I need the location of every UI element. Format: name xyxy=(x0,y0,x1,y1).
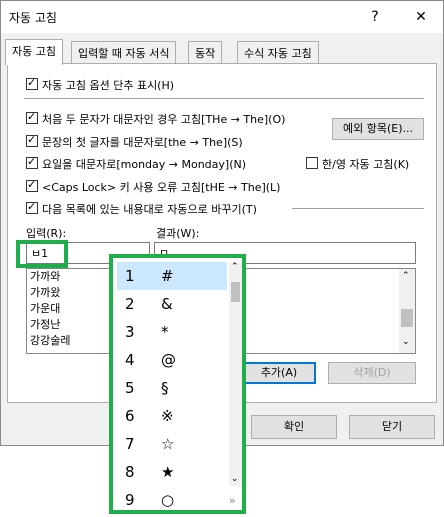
close-button[interactable]: 닫기 xyxy=(349,415,435,439)
candidate-item[interactable]: 2 & xyxy=(117,290,227,318)
tab-autocorrect[interactable]: 자동 고침 xyxy=(5,39,63,65)
hangul-eng-label: 한/영 자동 고침(K) xyxy=(322,158,410,171)
help-button[interactable]: ? xyxy=(363,5,387,29)
candidate-number: 4 xyxy=(125,351,135,369)
capitalize-first-checkbox[interactable] xyxy=(26,133,38,147)
candidate-symbol: ○ xyxy=(161,491,175,509)
candidate-item[interactable]: 9 ○ xyxy=(117,486,227,514)
exceptions-button[interactable]: 예외 항목(E)... xyxy=(332,118,424,140)
candidate-item[interactable]: 8 ★ xyxy=(117,458,227,486)
capitalize-days-label: 요일을 대문자로[monday → Monday](N) xyxy=(42,158,247,171)
symbol-candidate-popup: 1 # 2 & 3 * 4 @ 5 § 6 ※ 7 ☆ 8 ★ 9 ○ ⌃ ⌄ … xyxy=(109,254,246,514)
scrollbar-thumb[interactable] xyxy=(401,309,413,327)
input-highlight-box xyxy=(16,240,68,268)
candidate-symbol: ★ xyxy=(161,463,175,481)
candidate-symbol: @ xyxy=(161,351,176,369)
candidate-symbol: § xyxy=(161,379,169,397)
candidate-symbol: ☆ xyxy=(161,435,175,453)
chevron-down-icon[interactable]: ⌄ xyxy=(231,474,239,484)
candidate-symbol: * xyxy=(161,323,169,341)
capitalize-days-checkbox[interactable] xyxy=(26,155,38,169)
more-chevron-icon[interactable]: » xyxy=(229,494,236,507)
hangul-eng-checkbox[interactable] xyxy=(306,157,318,169)
candidate-number: 5 xyxy=(125,379,135,397)
candidate-item[interactable]: 3 * xyxy=(117,318,227,346)
candidate-number: 3 xyxy=(125,323,135,341)
candidate-item[interactable]: 5 § xyxy=(117,374,227,402)
close-icon[interactable]: ✕ xyxy=(409,5,433,29)
chevron-up-icon[interactable]: ⌃ xyxy=(402,271,410,281)
candidate-item[interactable]: 1 # xyxy=(117,262,227,290)
input-label: 입력(R): xyxy=(26,227,67,240)
window-title: 자동 고침 xyxy=(9,11,57,25)
separator xyxy=(292,208,424,209)
tab-autoformat-as-you-type[interactable]: 입력할 때 자동 서식 xyxy=(71,41,177,63)
candidate-number: 9 xyxy=(125,491,135,509)
separator xyxy=(24,98,424,99)
candidate-number: 1 xyxy=(125,267,135,285)
candidate-symbol: ※ xyxy=(161,407,174,425)
replace-text-checkbox[interactable] xyxy=(26,200,38,214)
show-buttons-label: 자동 고침 옵션 단추 표시(H) xyxy=(42,79,175,92)
title-bar: 자동 고침 ? ✕ xyxy=(1,1,443,33)
caps-lock-checkbox[interactable] xyxy=(26,178,38,192)
scrollbar-thumb[interactable] xyxy=(231,282,240,302)
candidate-number: 6 xyxy=(125,407,135,425)
ok-button[interactable]: 확인 xyxy=(251,415,337,439)
result-label: 결과(W): xyxy=(156,227,200,240)
candidate-item[interactable]: 4 @ xyxy=(117,346,227,374)
candidate-item[interactable]: 6 ※ xyxy=(117,402,227,430)
replace-text-label: 다음 목록에 있는 내용대로 자동으로 바꾸기(T) xyxy=(42,203,257,216)
candidate-number: 2 xyxy=(125,295,135,313)
two-initial-caps-label: 처음 두 문자가 대문자인 경우 고침[THe → The](O) xyxy=(42,113,286,126)
two-initial-caps-checkbox[interactable] xyxy=(26,110,38,124)
candidate-symbol: # xyxy=(161,267,174,285)
delete-button[interactable]: 삭제(D) xyxy=(328,362,416,384)
tab-math-autocorrect[interactable]: 수식 자동 고침 xyxy=(237,41,319,63)
candidate-item[interactable]: 7 ☆ xyxy=(117,430,227,458)
chevron-up-icon[interactable]: ⌃ xyxy=(231,262,239,272)
candidate-number: 7 xyxy=(125,435,135,453)
chevron-down-icon[interactable]: ⌄ xyxy=(402,337,410,347)
add-button[interactable]: 추가(A) xyxy=(242,362,316,384)
show-buttons-checkbox[interactable] xyxy=(26,76,38,90)
caps-lock-label: <Caps Lock> 키 사용 오류 고침[tHE → The](L) xyxy=(42,181,281,194)
list-scrollbar[interactable]: ⌃ ⌄ xyxy=(399,269,415,353)
candidate-number: 8 xyxy=(125,463,135,481)
tab-actions[interactable]: 동작 xyxy=(188,41,223,63)
popup-scrollbar[interactable]: ⌃ ⌄ xyxy=(229,262,242,486)
capitalize-first-label: 문장의 첫 글자를 대문자로[the → The](S) xyxy=(42,136,243,149)
candidate-symbol: & xyxy=(161,295,173,313)
